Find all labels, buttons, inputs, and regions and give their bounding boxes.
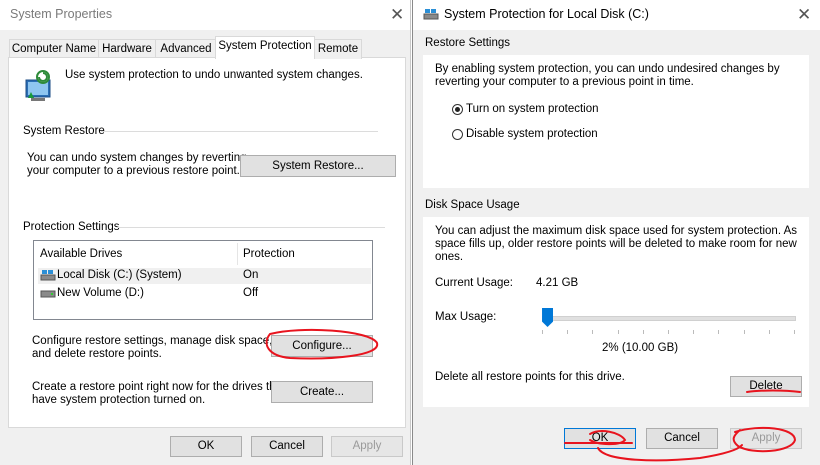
disk-space-description-1: You can adjust the maximum disk space us… xyxy=(435,225,798,237)
tab-hardware[interactable]: Hardware xyxy=(98,39,156,59)
drive-name: Local Disk (C:) (System) xyxy=(57,269,182,281)
column-header-protection[interactable]: Protection xyxy=(243,248,295,260)
cancel-button[interactable]: Cancel xyxy=(251,436,323,457)
configure-description-2: and delete restore points. xyxy=(32,348,162,360)
apply-button[interactable]: Apply xyxy=(730,428,802,449)
max-usage-label: Max Usage: xyxy=(435,311,497,323)
delete-button[interactable]: Delete xyxy=(730,376,802,397)
close-icon[interactable]: ✕ xyxy=(390,6,404,23)
ok-button[interactable]: OK xyxy=(170,436,242,457)
slider-tick xyxy=(743,330,745,334)
slider-tick xyxy=(642,330,644,334)
table-row[interactable]: Local Disk (C:) (System) On xyxy=(38,268,371,284)
drives-list-header: Available Drives Protection xyxy=(34,241,372,267)
slider-tick xyxy=(693,330,695,334)
tab-system-protection[interactable]: System Protection xyxy=(215,36,315,59)
system-protection-icon xyxy=(22,70,56,107)
slider-tick xyxy=(768,330,770,334)
cancel-button[interactable]: Cancel xyxy=(646,428,718,449)
column-separator xyxy=(237,243,238,265)
current-usage-value: 4.21 GB xyxy=(536,277,579,289)
tab-advanced[interactable]: Advanced xyxy=(155,39,217,59)
title-bar: System Properties ✕ xyxy=(0,0,410,30)
max-usage-slider-track[interactable] xyxy=(542,316,796,321)
window-title: System Properties xyxy=(10,7,113,21)
slider-tick xyxy=(668,330,669,334)
configure-description-1: Configure restore settings, manage disk … xyxy=(32,335,273,347)
turn-on-radio[interactable] xyxy=(452,104,463,115)
restore-settings-description-1: By enabling system protection, you can u… xyxy=(435,63,780,75)
dialog-title: System Protection for Local Disk (C:) xyxy=(444,7,649,21)
disable-radio[interactable] xyxy=(452,129,463,140)
slider-tick xyxy=(794,330,795,334)
disk-space-description-3: ones. xyxy=(435,251,464,263)
dialog-drive-icon xyxy=(423,8,439,24)
turn-on-label[interactable]: Turn on system protection xyxy=(466,103,599,115)
drive-icon xyxy=(40,289,56,302)
restore-settings-description-2: reverting your computer to a previous po… xyxy=(435,76,694,88)
title-bar: System Protection for Local Disk (C:) ✕ xyxy=(413,0,820,30)
current-usage-label: Current Usage: xyxy=(435,277,513,289)
ok-button[interactable]: OK xyxy=(564,428,636,449)
restore-settings-title: Restore Settings xyxy=(425,37,511,49)
slider-tick xyxy=(542,330,543,334)
system-protection-dialog: System Protection for Local Disk (C:) ✕ … xyxy=(412,0,820,465)
tab-remote[interactable]: Remote xyxy=(314,39,362,59)
system-restore-description-2: your computer to a previous restore poin… xyxy=(27,165,240,177)
max-usage-value: 2% (10.00 GB) xyxy=(602,342,679,354)
divider xyxy=(117,227,385,228)
drives-list[interactable]: Available Drives Protection Local Disk (… xyxy=(33,240,373,320)
delete-description: Delete all restore points for this drive… xyxy=(435,371,625,383)
protection-settings-title: Protection Settings xyxy=(23,221,120,233)
slider-tick xyxy=(718,330,720,334)
create-button[interactable]: Create... xyxy=(271,381,373,403)
system-properties-window: System Properties ✕ Computer Name Hardwa… xyxy=(0,0,411,465)
disk-space-description-2: space fills up, older restore points wil… xyxy=(435,238,797,250)
system-drive-icon xyxy=(40,269,56,285)
system-restore-description-1: You can undo system changes by reverting xyxy=(27,152,247,164)
disable-label[interactable]: Disable system protection xyxy=(466,128,598,140)
configure-button[interactable]: Configure... xyxy=(271,335,373,357)
slider-tick xyxy=(567,330,569,334)
create-description-2: have system protection turned on. xyxy=(32,394,206,406)
system-restore-title: System Restore xyxy=(23,125,105,137)
disk-space-title: Disk Space Usage xyxy=(425,199,520,211)
slider-tick xyxy=(592,330,594,334)
drive-protection: Off xyxy=(243,287,259,299)
intro-text: Use system protection to undo unwanted s… xyxy=(65,69,363,81)
system-restore-button[interactable]: System Restore... xyxy=(240,155,396,177)
slider-tick xyxy=(617,330,619,334)
create-description-1: Create a restore point right now for the… xyxy=(32,381,286,393)
table-row[interactable]: New Volume (D:) Off xyxy=(38,286,371,302)
tab-computer-name[interactable]: Computer Name xyxy=(9,39,99,59)
close-icon[interactable]: ✕ xyxy=(797,6,811,23)
column-header-drives[interactable]: Available Drives xyxy=(40,248,122,260)
drive-name: New Volume (D:) xyxy=(57,287,144,299)
drive-protection: On xyxy=(243,269,259,281)
divider xyxy=(101,131,378,132)
apply-button[interactable]: Apply xyxy=(331,436,403,457)
